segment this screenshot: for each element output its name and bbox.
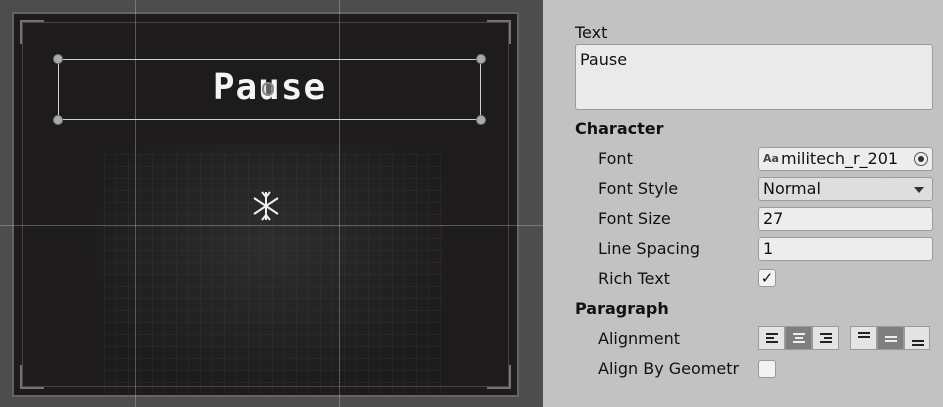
- mouse-cursor-icon: [262, 82, 274, 96]
- inspector-panel: Text Pause Character Font Aa militech_r_…: [543, 0, 943, 407]
- font-label: Font: [598, 149, 633, 168]
- align-by-geometry-label: Align By Geometr: [598, 359, 740, 378]
- font-style-dropdown[interactable]: Normal: [758, 177, 933, 201]
- corner-ornament-top-right: [487, 20, 511, 44]
- line-spacing-field[interactable]: 1: [758, 237, 933, 261]
- alignment-label: Alignment: [598, 329, 680, 348]
- rect-handle-bottom-right[interactable]: [476, 115, 486, 125]
- object-picker-icon[interactable]: [914, 152, 928, 166]
- font-size-field[interactable]: 27: [758, 207, 933, 231]
- align-right-button[interactable]: [812, 326, 839, 350]
- pivot-anchor-icon[interactable]: [248, 188, 284, 224]
- align-middle-button[interactable]: [877, 326, 904, 350]
- text-input[interactable]: Pause: [575, 44, 933, 110]
- font-value: militech_r_201: [781, 149, 899, 168]
- rich-text-label: Rich Text: [598, 269, 670, 288]
- align-left-button[interactable]: [758, 326, 785, 350]
- line-spacing-label: Line Spacing: [598, 239, 701, 258]
- font-field[interactable]: Aa militech_r_201: [758, 147, 933, 171]
- scene-guide-horizontal: [0, 225, 543, 226]
- font-size-label: Font Size: [598, 209, 671, 228]
- font-style-value: Normal: [763, 179, 821, 198]
- rich-text-checkbox[interactable]: ✓: [758, 269, 776, 287]
- rect-handle-bottom-left[interactable]: [53, 115, 63, 125]
- character-header[interactable]: Character: [575, 119, 664, 138]
- align-bottom-button[interactable]: [904, 326, 930, 350]
- align-center-button[interactable]: [785, 326, 812, 350]
- dropdown-arrow-icon: [914, 187, 924, 193]
- corner-ornament-top-left: [20, 20, 44, 44]
- rect-handle-top-left[interactable]: [53, 54, 63, 64]
- align-by-geometry-checkbox[interactable]: [758, 360, 776, 378]
- font-style-label: Font Style: [598, 179, 679, 198]
- corner-ornament-bottom-left: [20, 365, 44, 389]
- corner-ornament-bottom-right: [487, 365, 511, 389]
- font-asset-icon: Aa: [763, 152, 779, 165]
- rect-handle-top-right[interactable]: [476, 54, 486, 64]
- text-label: Text: [575, 23, 608, 42]
- scene-view[interactable]: Pause: [0, 0, 543, 407]
- paragraph-header[interactable]: Paragraph: [575, 299, 669, 318]
- align-top-button[interactable]: [850, 326, 877, 350]
